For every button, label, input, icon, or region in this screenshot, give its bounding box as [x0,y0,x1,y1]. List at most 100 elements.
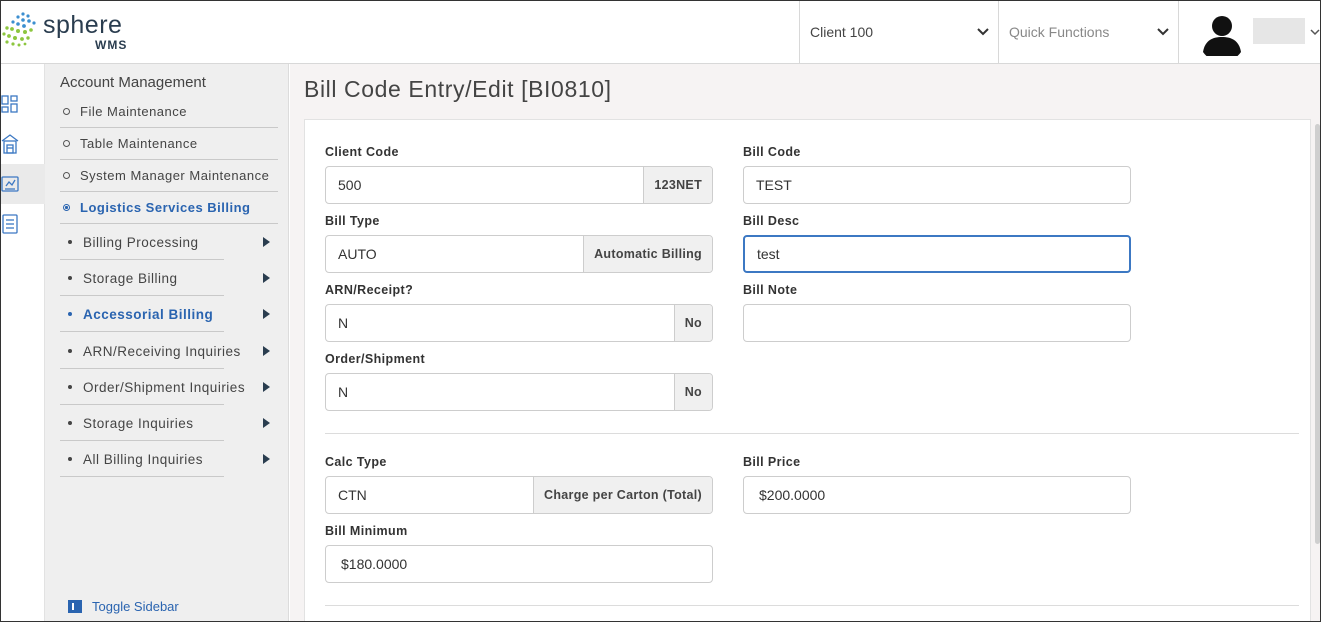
bill-note-label: Bill Note [743,283,798,297]
client-code-addon: 123NET [643,167,712,203]
dot-bullet-icon [68,349,72,353]
sidebar-item-file-maintenance[interactable]: File Maintenance [60,96,278,128]
circle-bullet-icon [63,108,70,115]
chevron-down-icon [1310,29,1320,36]
sidebar-subitem-label: Billing Processing [83,234,199,250]
caret-right-icon [263,309,270,319]
dashboard-icon [1,95,18,113]
sidebar-subitem-accessorial-billing[interactable]: Accessorial Billing [60,296,278,332]
quick-functions-select[interactable]: Quick Functions [998,1,1177,63]
section-divider [325,433,1299,434]
caret-right-icon [263,273,270,283]
bill-code-form: Client Code 500 123NET Bill Code TEST Bi… [304,119,1311,621]
bill-desc-label: Bill Desc [743,214,800,228]
sidebar-item-label: File Maintenance [80,104,187,119]
billing-icon [1,176,19,192]
rail-billing[interactable] [1,164,45,204]
toggle-sidebar-button[interactable]: Toggle Sidebar [68,599,179,614]
order-shipment-label: Order/Shipment [325,352,426,366]
bill-code-label: Bill Code [743,145,801,159]
sidebar-item-label: Logistics Services Billing [80,200,251,215]
chevron-down-icon [977,28,989,36]
bill-code-value: TEST [756,177,792,193]
bill-minimum-value: $180.0000 [341,556,408,572]
order-shipment-field[interactable]: N No [325,373,713,411]
bill-type-field[interactable]: AUTO Automatic Billing [325,235,713,273]
sidebar-subitem-label: Accessorial Billing [83,306,214,322]
client-code-field[interactable]: 500 123NET [325,166,713,204]
bill-minimum-label: Bill Minimum [325,524,408,538]
circle-bullet-icon [63,204,70,211]
page-title: Bill Code Entry/Edit [BI0810] [304,76,612,102]
rail-reports[interactable] [1,204,45,244]
user-name-redacted [1253,18,1305,44]
sidebar-subitem-label: Order/Shipment Inquiries [83,379,246,395]
divider [60,331,224,332]
quick-functions-label: Quick Functions [1009,24,1110,40]
dot-bullet-icon [68,421,72,425]
bill-type-label: Bill Type [325,214,380,228]
logo-subtext: WMS [95,38,128,52]
bill-code-field[interactable]: TEST [743,166,1131,204]
sidebar-subitem-billing-processing[interactable]: Billing Processing [60,224,278,260]
client-code-label: Client Code [325,145,399,159]
circle-bullet-icon [63,172,70,179]
divider [60,476,224,477]
vertical-scrollbar[interactable] [1315,124,1320,544]
sidebar-item-label: System Manager Maintenance [80,168,270,183]
logo-globe-icon [2,12,36,47]
bill-type-addon: Automatic Billing [583,236,712,272]
bill-price-label: Bill Price [743,455,801,469]
toggle-sidebar-icon [68,600,82,613]
calc-type-addon: Charge per Carton (Total) [533,477,712,513]
sidebar-item-label: Table Maintenance [80,136,198,151]
toggle-sidebar-label: Toggle Sidebar [92,599,179,614]
icon-rail [1,64,45,621]
sidebar-subitem-order-shipment-inquiries[interactable]: Order/Shipment Inquiries [60,369,278,405]
app-window: sphere WMS Client 100 Quick Functions Ac… [0,0,1321,622]
sidebar-subitem-label: ARN/Receiving Inquiries [83,343,241,359]
bill-price-value: $200.0000 [759,487,826,503]
sidebar-subitem-storage-inquiries[interactable]: Storage Inquiries [60,405,278,441]
sphere-wms-logo[interactable]: sphere WMS [1,7,141,57]
caret-right-icon [263,382,270,392]
arn-receipt-addon: No [673,305,712,341]
order-shipment-addon: No [673,374,712,410]
circle-bullet-icon [63,140,70,147]
arn-receipt-label: ARN/Receipt? [325,283,414,297]
caret-right-icon [263,237,270,247]
sidebar-subitem-arn-receiving-inquiries[interactable]: ARN/Receiving Inquiries [60,333,278,369]
sidebar-subitem-storage-billing[interactable]: Storage Billing [60,260,278,296]
warehouse-icon [1,134,19,154]
calc-type-value: CTN [338,487,367,503]
caret-right-icon [263,346,270,356]
user-menu[interactable] [1178,1,1320,63]
top-header: sphere WMS Client 100 Quick Functions [1,1,1320,64]
caret-right-icon [263,454,270,464]
bill-desc-field[interactable]: test [743,235,1131,273]
calc-type-field[interactable]: CTN Charge per Carton (Total) [325,476,713,514]
rail-dashboard[interactable] [1,84,45,124]
section-divider [325,605,1299,606]
logo-text: sphere [43,11,123,39]
bill-minimum-field[interactable]: $180.0000 [325,545,713,583]
dot-bullet-icon [68,312,72,316]
sidebar-subitem-label: Storage Inquiries [83,415,194,431]
bill-price-field[interactable]: $200.0000 [743,476,1131,514]
sidebar-item-table-maintenance[interactable]: Table Maintenance [60,128,278,160]
sidebar-item-system-manager-maintenance[interactable]: System Manager Maintenance [60,160,278,192]
user-avatar-icon [1199,10,1245,56]
client-code-value: 500 [338,177,362,193]
order-shipment-value: N [338,384,349,400]
client-select-value: Client 100 [810,24,874,40]
arn-receipt-field[interactable]: N No [325,304,713,342]
client-select[interactable]: Client 100 [799,1,997,63]
bill-note-field[interactable] [743,304,1131,342]
calc-type-label: Calc Type [325,455,387,469]
sidebar-subitem-label: All Billing Inquiries [83,451,204,467]
dot-bullet-icon [68,276,72,280]
sidebar-subitem-all-billing-inquiries[interactable]: All Billing Inquiries [60,441,278,477]
main-content: Bill Code Entry/Edit [BI0810] Client Cod… [290,64,1320,621]
sidebar-item-logistics-services-billing[interactable]: Logistics Services Billing [60,192,278,224]
rail-warehouse[interactable] [1,124,45,164]
